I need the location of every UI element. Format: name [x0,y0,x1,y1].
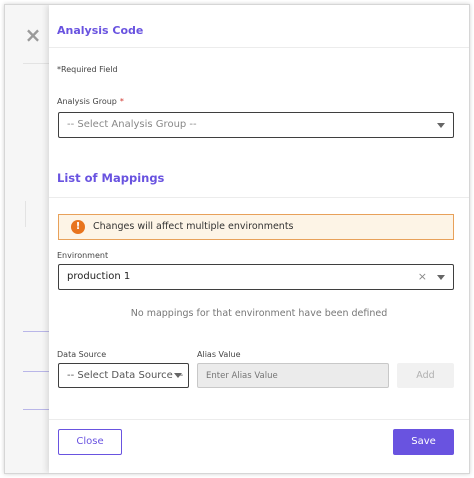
analysis-group-label: Analysis Group * [57,97,124,106]
chevron-down-icon [437,275,445,280]
chevron-down-icon [437,123,445,128]
clear-icon[interactable]: × [418,265,427,289]
alias-value-input[interactable] [197,363,389,388]
warning-banner: ! Changes will affect multiple environme… [58,214,454,240]
background-divider [23,409,49,410]
required-note: *Required Field [57,65,118,74]
background-page [5,5,49,473]
environment-select[interactable]: production 1 × [58,264,454,290]
analysis-group-placeholder: -- Select Analysis Group -- [67,119,197,130]
warning-text: Changes will affect multiple environment… [93,221,294,232]
data-source-label: Data Source [57,350,107,359]
environment-label: Environment [57,251,109,260]
background-divider [23,63,49,64]
background-divider [25,201,26,227]
data-source-placeholder: -- Select Data Source -- [67,370,184,381]
save-button[interactable]: Save [393,429,454,455]
alias-value-label: Alias Value [197,350,241,359]
close-button[interactable]: Close [58,429,122,455]
panel-title: Analysis Code [57,24,144,37]
environment-value: production 1 [67,271,131,282]
analysis-group-select[interactable]: -- Select Analysis Group -- [58,112,454,138]
empty-mappings-message: No mappings for that environment have be… [130,308,388,319]
data-source-select[interactable]: -- Select Data Source -- [58,363,189,388]
dialog-frame: × Analysis Code *Required Field Analysis… [4,4,470,474]
background-divider [23,331,49,332]
background-divider [23,371,49,372]
close-icon[interactable]: × [23,25,43,45]
divider [49,419,469,420]
side-panel: Analysis Code *Required Field Analysis G… [49,5,469,473]
divider [49,197,469,198]
required-asterisk: * [119,97,124,106]
chevron-down-icon [174,373,182,378]
add-mapping-button[interactable]: Add [397,363,454,388]
mappings-title: List of Mappings [57,171,165,185]
warning-icon: ! [71,220,85,234]
divider [49,47,469,48]
